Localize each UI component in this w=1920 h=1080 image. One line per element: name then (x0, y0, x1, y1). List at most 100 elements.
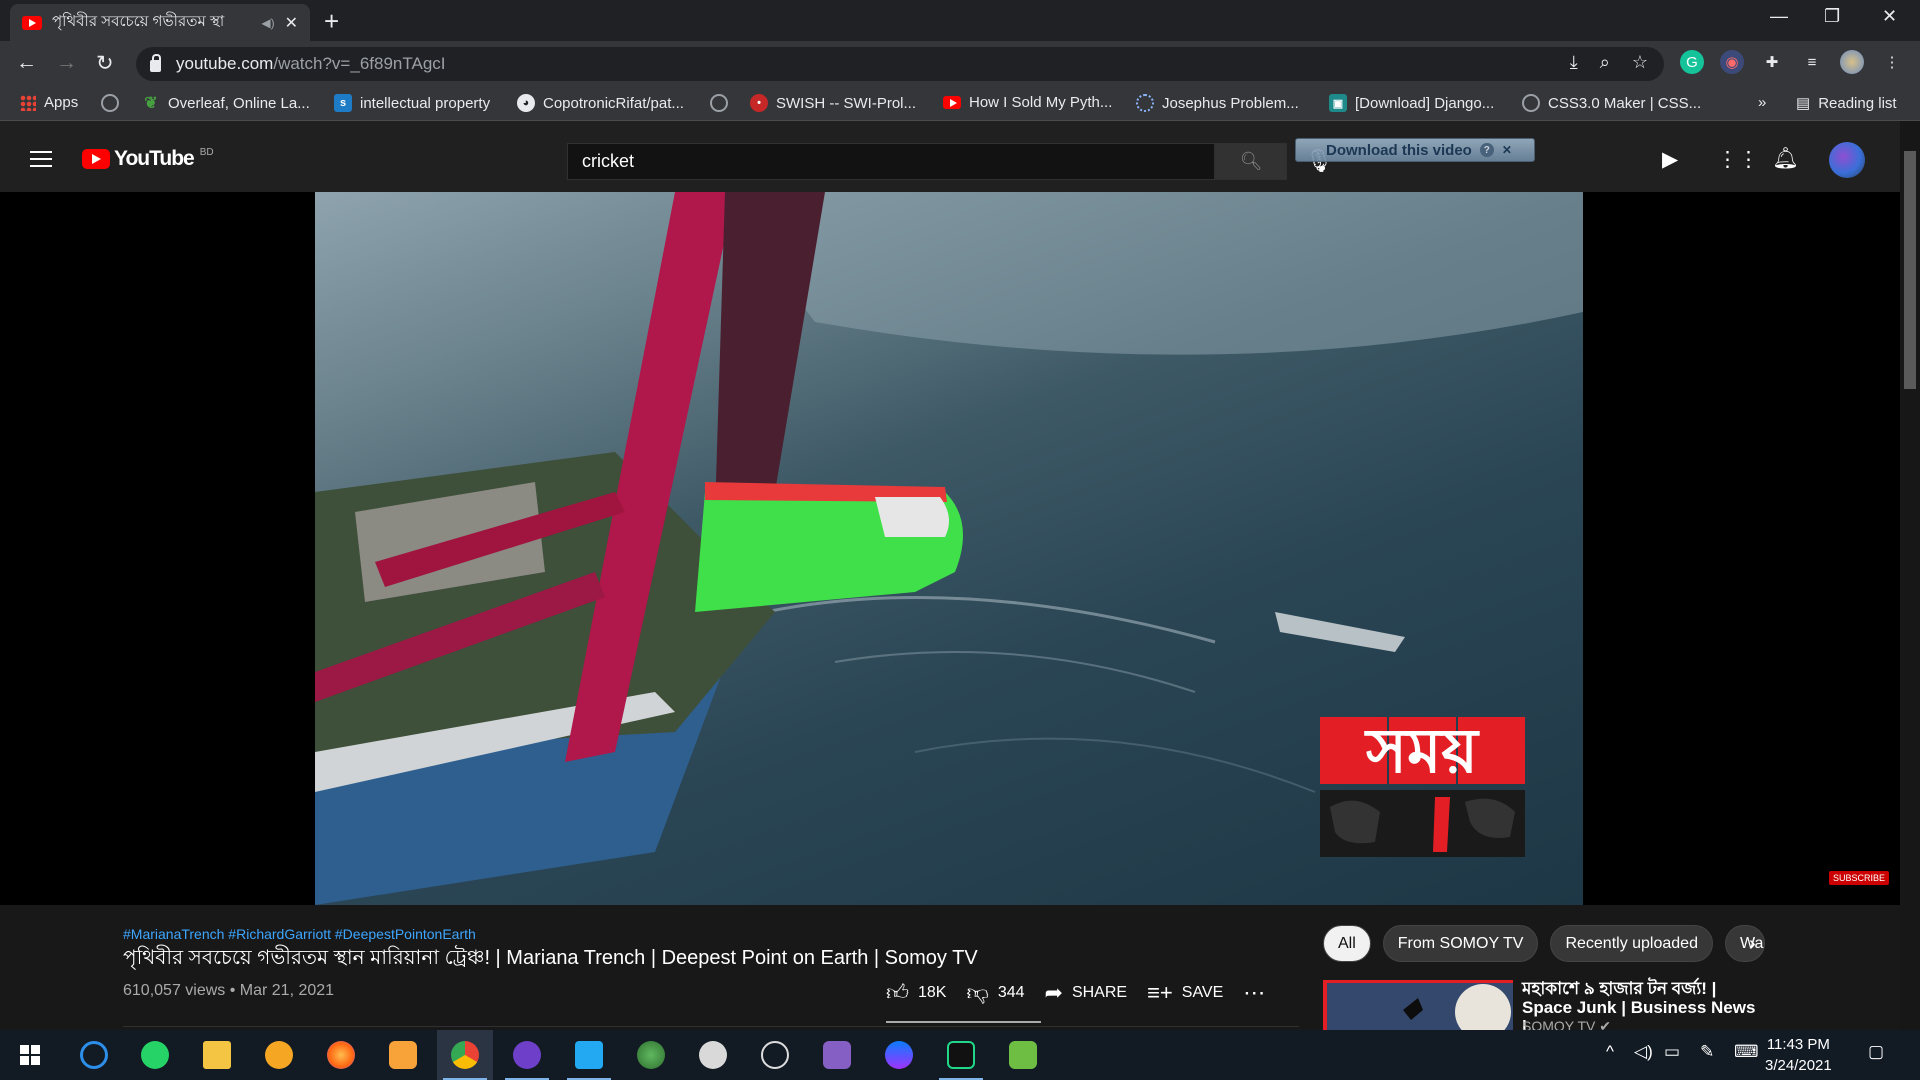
recommended-thumbnail[interactable] (1323, 980, 1513, 1030)
video-scene: সময় (315, 192, 1583, 905)
bookmark-swish[interactable]: • SWISH -- SWI-Prol... (750, 94, 916, 112)
django-icon: ▣ (1329, 94, 1347, 112)
puzzle-extensions-icon[interactable]: ✚ (1760, 50, 1784, 74)
chip-from-channel[interactable]: From SOMOY TV (1382, 925, 1539, 962)
chip-recently-uploaded[interactable]: Recently uploaded (1550, 925, 1713, 962)
bookmark-josephus[interactable]: Josephus Problem... (1136, 94, 1299, 112)
create-video-icon[interactable]: ▶︎ (1662, 147, 1678, 172)
bookmark-overleaf[interactable]: ❦ Overleaf, Online La... (142, 94, 309, 113)
save-button[interactable]: ≡+ SAVE (1147, 980, 1223, 1006)
bookmark-youtube[interactable]: How I Sold My Pyth... (943, 94, 1112, 111)
pen-icon[interactable]: ✎ (1700, 1042, 1714, 1062)
like-button[interactable]: 👍︎ 18K (886, 979, 946, 1006)
bookmark-django[interactable]: ▣ [Download] Django... (1329, 94, 1494, 112)
notifications-bell-icon[interactable]: 🔔︎ (1772, 147, 1799, 171)
video-player[interactable]: সময় SUBSCRIBE (0, 192, 1900, 905)
sheets-icon[interactable] (995, 1030, 1051, 1080)
chrome-menu-icon[interactable]: ⋮ (1880, 50, 1904, 74)
share-button[interactable]: ➦ SHARE (1045, 980, 1128, 1006)
reading-list-button[interactable]: ▤ Reading list (1796, 94, 1897, 113)
bookmark-star-icon[interactable]: ☆ (1632, 52, 1648, 73)
whatsapp-icon[interactable] (127, 1030, 183, 1080)
bookmark-css3-maker[interactable]: CSS3.0 Maker | CSS... (1522, 94, 1701, 112)
github-icon: ◕ (517, 94, 535, 112)
like-ratio-bar (886, 1021, 1041, 1023)
chip-all[interactable]: All (1323, 925, 1371, 962)
download-video-label: Download this video (1326, 141, 1472, 159)
audio-playing-icon[interactable]: ◀) (261, 16, 274, 30)
chevron-right-icon[interactable]: › (1749, 933, 1756, 956)
network-icon[interactable]: ▭ (1664, 1042, 1680, 1062)
file-explorer-icon[interactable] (189, 1030, 245, 1080)
windows-start-icon[interactable] (2, 1030, 58, 1080)
sync-icon[interactable] (66, 1030, 122, 1080)
github-desktop-icon[interactable] (499, 1030, 555, 1080)
subscribe-watermark[interactable]: SUBSCRIBE (1829, 871, 1890, 885)
more-actions-button[interactable]: ⋯ (1243, 980, 1265, 1006)
minimize-icon[interactable]: — (1770, 6, 1788, 27)
close-widget-icon[interactable]: ✕ (1502, 143, 1512, 157)
reload-icon[interactable]: ↻ (96, 51, 114, 76)
more-bookmarks-button[interactable]: » (1758, 94, 1766, 111)
dislike-count: 344 (997, 983, 1025, 1001)
scrollbar-thumb[interactable] (1904, 151, 1916, 389)
bookmark-globe-1[interactable] (101, 94, 119, 112)
chip-watched[interactable]: Wa (1724, 925, 1765, 962)
new-tab-button[interactable]: + (324, 6, 339, 37)
extension-icon[interactable]: ◉ (1720, 50, 1744, 74)
bookmark-label: SWISH -- SWI-Prol... (776, 94, 916, 112)
search-button[interactable]: 🔍︎ (1215, 143, 1287, 180)
satellite-icon[interactable] (747, 1030, 803, 1080)
vpn-icon[interactable] (251, 1030, 307, 1080)
messenger-icon[interactable] (871, 1030, 927, 1080)
vscode-icon[interactable] (561, 1030, 617, 1080)
apps-grid-icon[interactable]: ⋮⋮ (1717, 147, 1759, 172)
show-hidden-icons-icon[interactable]: ^ (1606, 1042, 1614, 1062)
youtube-logo[interactable]: YouTube BD (82, 147, 214, 171)
video-frame[interactable]: সময় (315, 192, 1583, 905)
bookmark-intellectual-property[interactable]: s intellectual property (334, 94, 490, 112)
system-clock[interactable]: 11:43 PM 3/24/2021 (1765, 1034, 1832, 1076)
forward-icon[interactable]: → (56, 51, 77, 75)
volume-icon[interactable]: ◁) (1634, 1042, 1653, 1062)
guide-menu-icon[interactable] (30, 151, 52, 172)
reading-list-label: Reading list (1818, 94, 1897, 112)
zoom-icon[interactable]: ⌕ (1600, 52, 1610, 73)
filter-chips: All From SOMOY TV Recently uploaded Wa (1323, 925, 1765, 962)
swish-icon: • (750, 94, 768, 112)
grammarly-extension-icon[interactable]: G (1680, 50, 1704, 74)
close-tab-icon[interactable]: ✕ (285, 13, 298, 33)
bookmark-apps[interactable]: Apps (20, 94, 78, 111)
install-app-icon[interactable]: ⤓ (1570, 52, 1578, 73)
restore-icon[interactable]: ❐ (1824, 6, 1840, 27)
video-hashtags[interactable]: #MarianaTrench #RichardGarriott #Deepest… (123, 926, 476, 942)
keyboard-icon[interactable]: ⌨ (1734, 1042, 1759, 1062)
browser-tab-youtube[interactable]: পৃথিবীর সবচেয়ে গভীরতম স্থা ◀) ✕ (10, 4, 310, 41)
download-video-widget[interactable]: Download this video ? ✕ (1295, 138, 1535, 162)
page-scrollbar[interactable] (1900, 121, 1920, 1030)
search-icon: 🔍︎ (1239, 151, 1263, 171)
back-icon[interactable]: ← (16, 51, 37, 75)
help-icon[interactable]: ? (1479, 143, 1494, 157)
bookmark-label: CSS3.0 Maker | CSS... (1548, 94, 1702, 112)
media-queue-icon[interactable]: ≡ (1800, 50, 1824, 74)
profile-avatar-icon[interactable] (1840, 50, 1864, 74)
address-bar[interactable]: youtube.com/watch?v=_6f89nTAgcI ⤓ ⌕ ☆ (136, 47, 1664, 81)
account-avatar[interactable] (1829, 142, 1865, 178)
firefox-icon[interactable] (313, 1030, 369, 1080)
section-divider (123, 1026, 1299, 1027)
bookmark-globe-2[interactable] (710, 94, 728, 112)
spyder-icon[interactable] (623, 1030, 679, 1080)
visual-studio-icon[interactable] (809, 1030, 865, 1080)
anaconda-icon[interactable] (685, 1030, 741, 1080)
search-input[interactable]: cricket (567, 143, 1215, 180)
pycharm-icon[interactable] (933, 1030, 989, 1080)
chrome-icon[interactable] (437, 1030, 493, 1080)
close-window-icon[interactable]: ✕ (1882, 6, 1897, 27)
lock-icon[interactable] (150, 54, 161, 72)
action-center-icon[interactable]: ▢ (1868, 1042, 1884, 1062)
bookmark-github[interactable]: ◕ CopotronicRifat/pat... (517, 94, 684, 112)
dislike-button[interactable]: 👎︎ 344 (966, 979, 1024, 1006)
notes-icon[interactable] (375, 1030, 431, 1080)
youtube-masthead: YouTube BD cricket 🔍︎ 🎙︎ Download this v… (0, 121, 1900, 192)
